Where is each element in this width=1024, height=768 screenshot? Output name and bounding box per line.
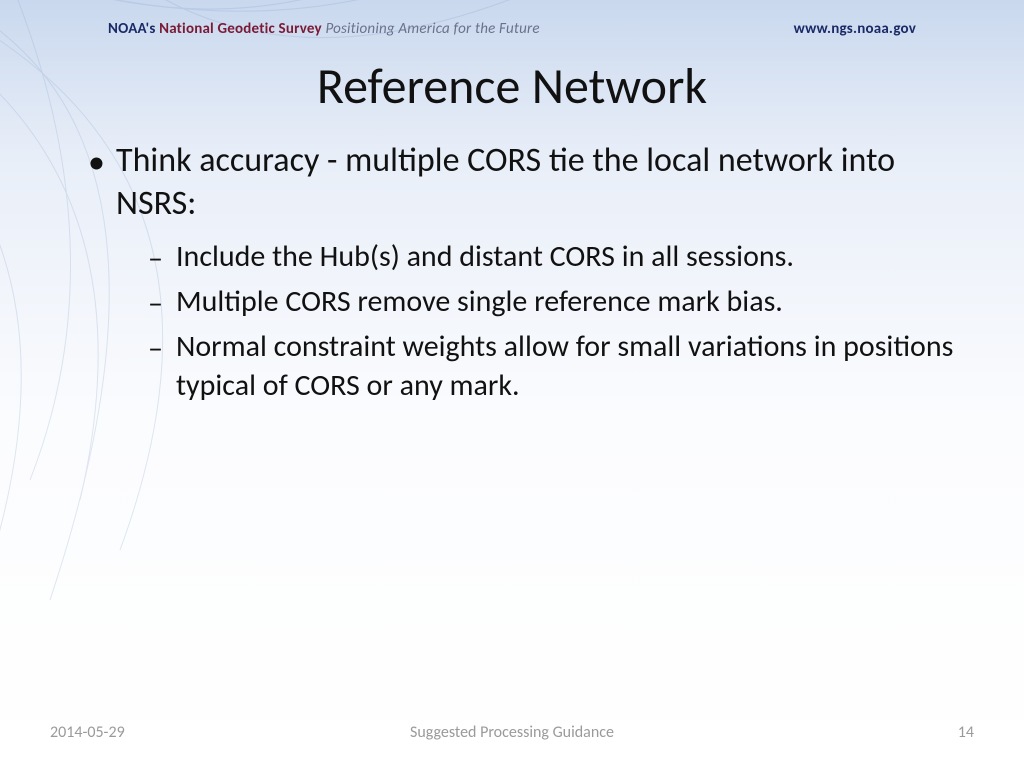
header-url: www.ngs.noaa.gov [794, 20, 916, 38]
slide: NOAA's National Geodetic Survey Position… [0, 0, 1024, 768]
bullet-dash-icon: – [148, 282, 176, 323]
bullet-dot-icon: • [88, 140, 116, 225]
header-org-name: National Geodetic Survey [159, 20, 322, 38]
slide-body: • Think accuracy - multiple CORS tie the… [88, 140, 954, 409]
bullet-level1-text: Think accuracy - multiple CORS tie the l… [116, 140, 954, 225]
header-org: NOAA's National Geodetic Survey Position… [108, 20, 540, 38]
slide-footer: 2014-05-29 Suggested Processing Guidance… [0, 723, 1024, 742]
bullet-level2: – Normal constraint weights allow for sm… [148, 327, 954, 405]
footer-title: Suggested Processing Guidance [0, 723, 1024, 742]
bullet-level2-text: Multiple CORS remove single reference ma… [176, 282, 954, 323]
header-tagline: Positioning America for the Future [325, 20, 539, 38]
bullet-level2-text: Include the Hub(s) and distant CORS in a… [176, 237, 954, 278]
footer-page-number: 14 [958, 723, 974, 742]
header-org-prefix: NOAA's [108, 20, 156, 38]
slide-title: Reference Network [0, 56, 1024, 117]
bullet-level2: – Multiple CORS remove single reference … [148, 282, 954, 323]
footer-date: 2014-05-29 [50, 723, 125, 742]
bullet-dash-icon: – [148, 327, 176, 405]
bullet-dash-icon: – [148, 237, 176, 278]
bullet-level2-group: – Include the Hub(s) and distant CORS in… [148, 237, 954, 405]
bullet-level1: • Think accuracy - multiple CORS tie the… [88, 140, 954, 225]
header-bar: NOAA's National Geodetic Survey Position… [0, 20, 1024, 38]
bullet-level2-text: Normal constraint weights allow for smal… [176, 327, 954, 405]
bullet-level2: – Include the Hub(s) and distant CORS in… [148, 237, 954, 278]
